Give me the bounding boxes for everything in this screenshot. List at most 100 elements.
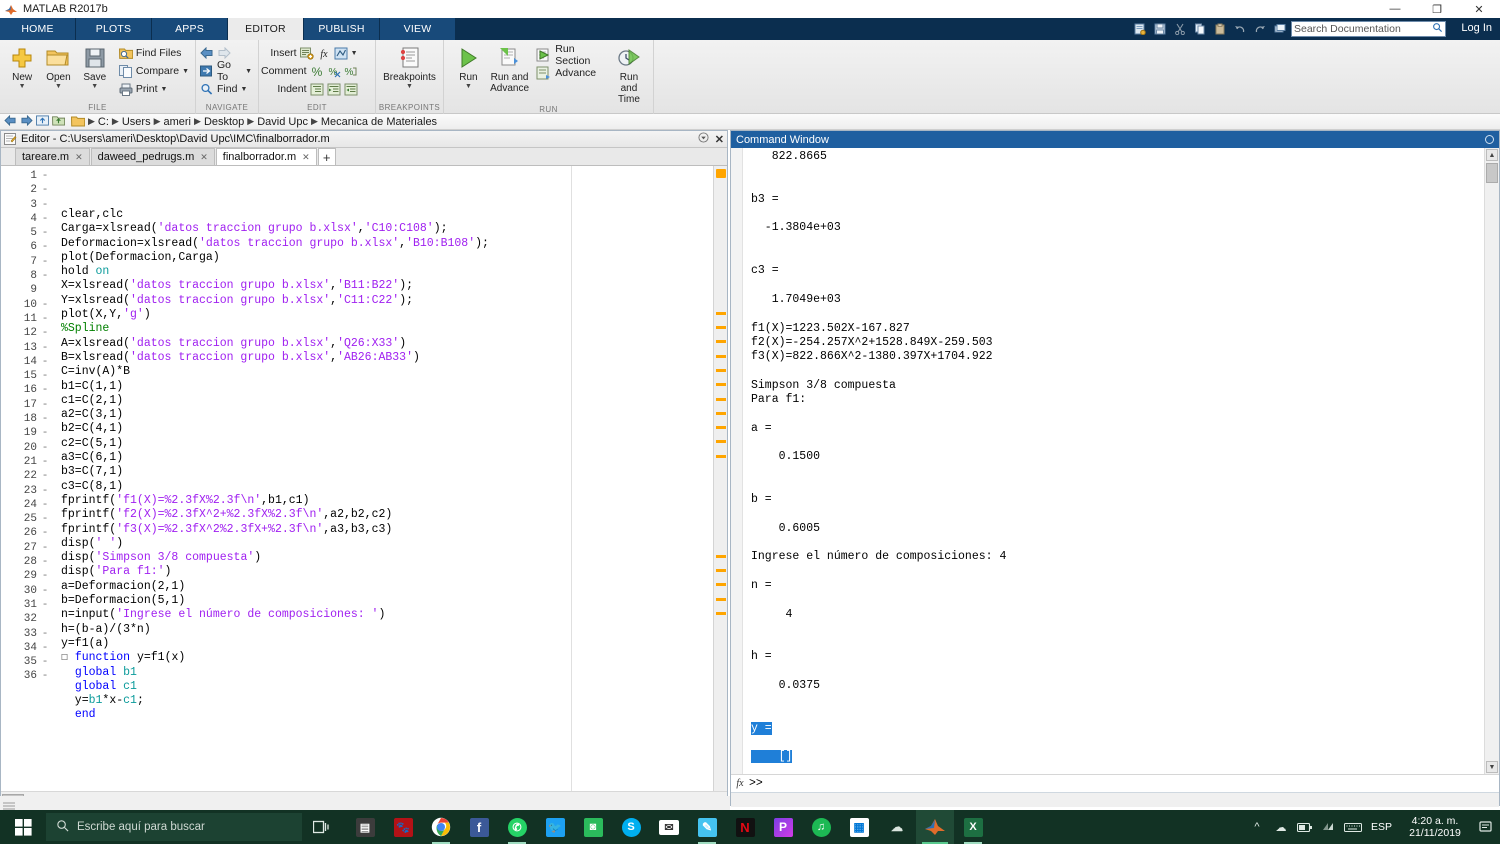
paste-icon[interactable] — [1210, 20, 1229, 38]
breadcrumb-item-users[interactable]: Users — [122, 116, 151, 128]
antivirus-icon[interactable]: 🐾 — [384, 810, 422, 844]
code-line[interactable]: Carga=xlsread('datos traccion grupo b.xl… — [51, 222, 727, 236]
path-browse-folder-icon[interactable] — [52, 115, 65, 129]
tab-plots[interactable]: PLOTS — [76, 18, 152, 40]
code-warning-marker[interactable] — [716, 569, 726, 572]
switch-windows-icon[interactable] — [1270, 20, 1289, 38]
save-icon[interactable] — [1150, 20, 1169, 38]
code-warning-marker[interactable] — [716, 612, 726, 615]
code-line[interactable]: a2=C(3,1) — [51, 408, 727, 422]
code-line[interactable]: A=xlsread('datos traccion grupo b.xlsx',… — [51, 337, 727, 351]
breakpoint-marker[interactable]: - — [39, 269, 51, 283]
chrome-icon[interactable] — [422, 810, 460, 844]
code-line[interactable]: B=xlsread('datos traccion grupo b.xlsx',… — [51, 351, 727, 365]
code-line[interactable]: c1=C(2,1) — [51, 394, 727, 408]
fx-icon[interactable]: fx — [731, 778, 749, 789]
comment-row[interactable]: Comment % % % — [261, 63, 358, 79]
soundcloud-icon[interactable]: ☁ — [878, 810, 916, 844]
breakpoint-marker[interactable]: - — [39, 655, 51, 669]
code-warning-marker[interactable] — [716, 583, 726, 586]
insert-row[interactable]: Insert fx ▼ — [261, 45, 358, 61]
picsart-icon[interactable]: P — [764, 810, 802, 844]
breakpoint-marker[interactable]: - — [39, 326, 51, 340]
code-line[interactable]: disp('Para f1:') — [51, 565, 727, 579]
code-warning-marker[interactable] — [716, 383, 726, 386]
copy-icon[interactable] — [1190, 20, 1209, 38]
tab-editor[interactable]: EDITOR — [228, 18, 304, 40]
comment-percent-icon[interactable]: % — [310, 64, 324, 78]
panel-close-icon[interactable]: ✕ — [715, 133, 724, 146]
code-warning-marker[interactable] — [716, 340, 726, 343]
whatsapp-icon[interactable]: ✆ — [498, 810, 536, 844]
code-line[interactable]: end — [51, 708, 727, 722]
new-document-tab-button[interactable]: + — [318, 148, 336, 165]
breakpoint-marker[interactable]: - — [39, 341, 51, 355]
breakpoint-marker[interactable]: - — [39, 569, 51, 583]
code-line[interactable]: ◻ function y=f1(x) — [51, 651, 727, 665]
matlab-icon[interactable] — [916, 810, 954, 844]
breakpoint-marker[interactable]: - — [39, 512, 51, 526]
close-icon[interactable]: ✕ — [75, 152, 83, 163]
chevron-down-icon[interactable]: ▼ — [245, 68, 252, 75]
function-icon[interactable] — [334, 46, 348, 60]
command-window-body[interactable]: 822.8665 b3 = -1.3804e+03 c3 = 1.7049e+0… — [731, 148, 1499, 807]
indent-left-icon[interactable] — [344, 82, 358, 96]
skype-icon[interactable]: S — [612, 810, 650, 844]
close-button[interactable]: ✕ — [1458, 0, 1500, 18]
breakpoint-marker[interactable]: - — [39, 641, 51, 655]
code-line[interactable]: fprintf('f2(X)=%2.3fX^2+%2.3fX%2.3f\n',a… — [51, 508, 727, 522]
breakpoint-marker[interactable]: - — [39, 669, 51, 683]
run-and-advance-button[interactable]: Run and Advance — [489, 43, 530, 94]
close-icon[interactable]: ✕ — [200, 152, 208, 163]
battery-icon[interactable] — [1293, 810, 1317, 844]
facebook-icon[interactable]: f — [460, 810, 498, 844]
panel-minimize-icon[interactable] — [698, 132, 709, 146]
code-warning-marker[interactable] — [716, 355, 726, 358]
paint-icon[interactable]: ✎ — [688, 810, 726, 844]
new-button[interactable]: New ▼ — [6, 43, 38, 90]
command-output-selection-2[interactable]: [] — [751, 750, 792, 763]
search-documentation-field[interactable]: Search Documentation — [1291, 21, 1446, 37]
tab-home[interactable]: HOME — [0, 18, 76, 40]
breakpoint-marker[interactable]: - — [39, 584, 51, 598]
breadcrumb-item-ameri[interactable]: ameri — [164, 116, 192, 128]
fx-icon[interactable]: fx — [317, 46, 331, 60]
keyboard-icon[interactable] — [1341, 810, 1365, 844]
print-button[interactable]: Print ▼ — [119, 81, 189, 97]
code-line[interactable]: disp(' ') — [51, 537, 727, 551]
code-line[interactable]: %Spline — [51, 322, 727, 336]
insert-icon[interactable] — [300, 46, 314, 60]
breakpoint-marker[interactable]: - — [39, 455, 51, 469]
chevron-down-icon[interactable]: ▼ — [182, 68, 189, 75]
code-line[interactable]: a=Deformacion(2,1) — [51, 580, 727, 594]
code-analyzer-status-icon[interactable] — [716, 169, 726, 178]
breakpoint-marker[interactable]: - — [39, 212, 51, 226]
breakpoint-marker[interactable]: - — [39, 183, 51, 197]
breakpoints-button[interactable]: Breakpoints ▼ — [382, 43, 437, 90]
excel-icon[interactable]: X — [954, 810, 992, 844]
chevron-down-icon[interactable]: ▼ — [240, 86, 247, 93]
code-line[interactable]: c2=C(5,1) — [51, 437, 727, 451]
cut-icon[interactable] — [1170, 20, 1189, 38]
breakpoint-marker[interactable]: - — [39, 383, 51, 397]
forward-arrow-icon[interactable] — [217, 46, 231, 60]
breakpoint-marker[interactable]: - — [39, 441, 51, 455]
code-line[interactable]: c3=C(8,1) — [51, 480, 727, 494]
tab-apps[interactable]: APPS — [152, 18, 228, 40]
code-warning-marker[interactable] — [716, 555, 726, 558]
breakpoint-marker[interactable]: - — [39, 398, 51, 412]
uncomment-icon[interactable]: % — [327, 64, 341, 78]
code-line[interactable]: b2=C(4,1) — [51, 422, 727, 436]
widgets-icon[interactable]: ▤ — [346, 810, 384, 844]
path-back-icon[interactable] — [4, 115, 17, 129]
path-forward-icon[interactable] — [20, 115, 33, 129]
tab-view[interactable]: VIEW — [380, 18, 456, 40]
breakpoint-marker[interactable]: - — [39, 469, 51, 483]
new-script-icon[interactable] — [1130, 20, 1149, 38]
code-editor-area[interactable]: 1234567891011121314151617181920212223242… — [1, 166, 727, 806]
command-prompt-row[interactable]: fx >> — [731, 774, 1499, 792]
cloud-icon[interactable]: ☁ — [1269, 810, 1293, 844]
compare-button[interactable]: Compare ▼ — [119, 63, 189, 79]
resize-grip[interactable] — [2, 798, 18, 808]
code-warning-marker[interactable] — [716, 426, 726, 429]
